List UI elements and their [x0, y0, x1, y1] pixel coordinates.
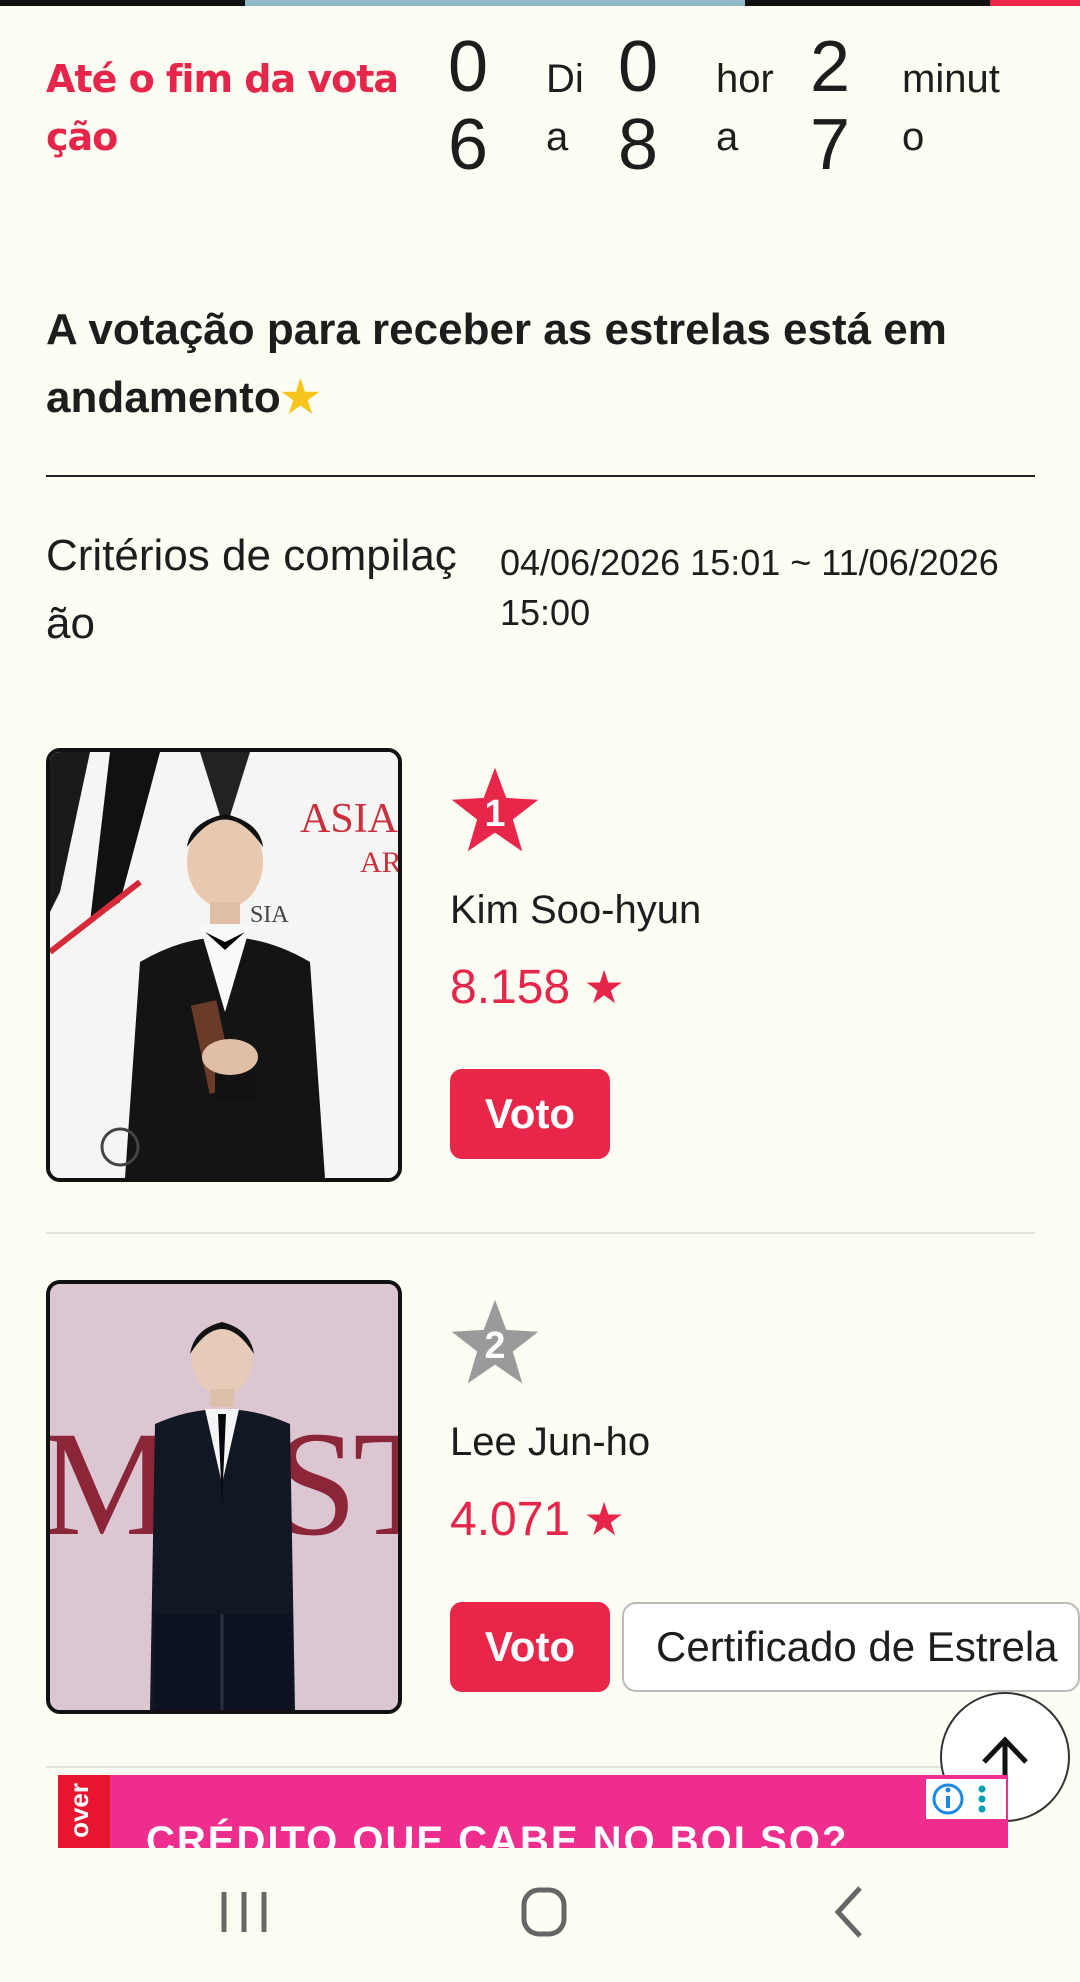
candidate-name-1: Kim Soo-hyun	[450, 888, 702, 932]
rank-1-number: 1	[485, 792, 506, 834]
page-title: A votação para receber as estrelas está …	[46, 296, 1036, 432]
countdown-days-value: 06	[448, 27, 489, 185]
countdown-days-unit: Dia	[546, 57, 584, 159]
status-strip	[0, 0, 1080, 6]
candidate-photo-1[interactable]: ASIA AR SIA	[46, 748, 402, 1182]
candidate-name-2: Lee Jun-ho	[450, 1420, 651, 1464]
criteria-label: Critérios de compilação	[46, 531, 457, 648]
entry-divider	[46, 1766, 1035, 1768]
rank-1-badge: 1	[451, 767, 539, 852]
star-icon: ★	[583, 1493, 625, 1545]
section-divider	[46, 475, 1035, 477]
candidate-photo-2[interactable]: MUST	[46, 1280, 402, 1714]
ad-side-tab: over	[58, 1775, 110, 1849]
ad-banner[interactable]: over CRÉDITO QUE CABE NO BOLSO?	[58, 1775, 1008, 1849]
page-title-text: A votação para receber as estrelas está …	[46, 305, 947, 422]
ad-info-box[interactable]	[926, 1779, 1006, 1819]
ad-side-label: over	[64, 1783, 94, 1838]
back-icon[interactable]	[800, 1872, 900, 1952]
rank-2-number: 2	[485, 1324, 506, 1366]
ad-headline: CRÉDITO QUE CABE NO BOLSO?	[146, 1819, 849, 1849]
vote-button-1[interactable]: Voto	[450, 1069, 610, 1159]
countdown-hours-value: 08	[618, 27, 659, 185]
status-strip-accent	[990, 0, 1080, 6]
vote-button-2[interactable]: Voto	[450, 1602, 610, 1692]
status-strip-image	[245, 0, 745, 6]
countdown-minutes-value: 27	[810, 27, 851, 185]
svg-text:ASIA: ASIA	[300, 796, 398, 842]
recents-icon[interactable]	[194, 1872, 294, 1952]
candidate-photo-1-image: ASIA AR SIA	[50, 752, 398, 1178]
candidate-photo-2-image: MUST	[50, 1284, 398, 1710]
ad-info-icon	[932, 1783, 986, 1815]
rank-2-badge: 2	[451, 1299, 539, 1384]
system-nav-bar	[0, 1848, 1080, 1982]
candidate-score-1-value: 8.158	[450, 961, 571, 1014]
countdown-hours-unit: hora	[716, 57, 774, 159]
candidate-score-1: 8.158 ★	[450, 960, 625, 1015]
star-certificate-button[interactable]: Certificado de Estrela	[622, 1602, 1080, 1692]
svg-text:AR: AR	[360, 846, 398, 879]
svg-text:SIA: SIA	[250, 902, 289, 928]
countdown-label: Até o fim da votação	[46, 57, 399, 159]
criteria-date-range: 04/06/2026 15:01 ~ 11/06/2026 15:00	[500, 542, 999, 633]
star-emoji-icon: ★	[280, 373, 321, 422]
home-icon[interactable]	[494, 1872, 594, 1952]
star-icon: ★	[583, 961, 625, 1013]
candidate-score-2-value: 4.071	[450, 1493, 571, 1546]
entry-divider	[46, 1232, 1035, 1234]
countdown-minutes-unit: minuto	[902, 57, 1000, 159]
candidate-score-2: 4.071 ★	[450, 1492, 625, 1547]
